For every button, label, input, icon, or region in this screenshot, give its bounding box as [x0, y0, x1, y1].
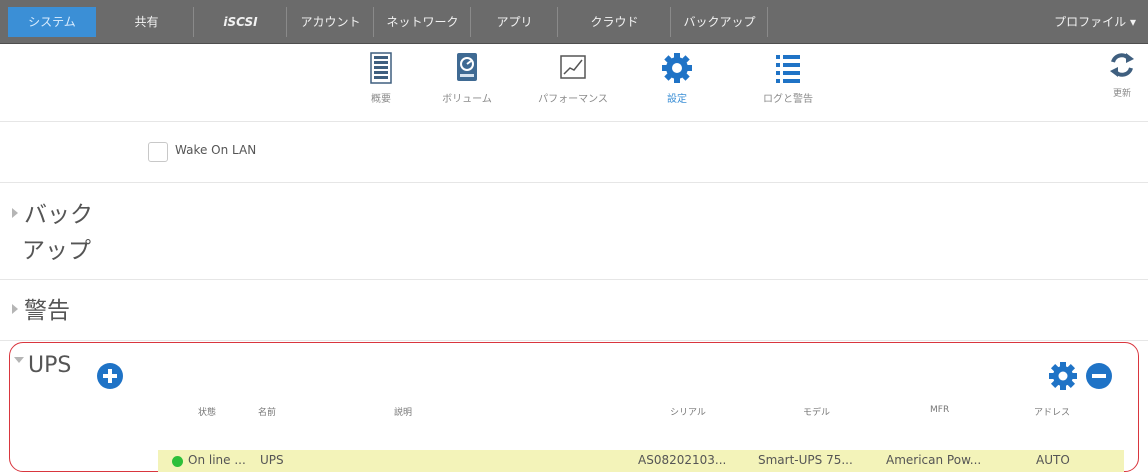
tool-overview[interactable]: 概要: [336, 50, 426, 105]
wake-on-lan-label: Wake On LAN: [175, 143, 257, 157]
ups-model: Smart-UPS 75...: [758, 453, 853, 467]
ups-status: On line ...: [188, 453, 246, 467]
tool-volumes-label: ボリューム: [442, 94, 492, 105]
ups-serial: AS08202103...: [638, 453, 727, 467]
ups-heading-label: UPS: [28, 353, 72, 378]
backup-section-heading[interactable]: バック アップ: [12, 197, 93, 269]
wake-on-lan-row: Wake On LAN: [0, 123, 1148, 183]
tab-network[interactable]: ネットワーク: [375, 7, 471, 37]
column-header-description: 説明: [394, 408, 413, 418]
performance-icon: [560, 55, 586, 79]
gear-icon: [662, 53, 692, 83]
column-header-mfr: MFR: [930, 405, 950, 415]
tab-backup[interactable]: バックアップ: [672, 7, 768, 37]
ups-section-heading[interactable]: UPS: [14, 349, 71, 383]
status-online-icon: [172, 456, 183, 467]
tool-performance-label: パフォーマンス: [538, 94, 608, 105]
ups-mfr: American Pow...: [886, 453, 982, 467]
table-row[interactable]: On line ... UPS AS08202103... Smart-UPS …: [158, 450, 1124, 472]
expand-arrow-icon: [12, 303, 18, 314]
volume-icon: [457, 53, 477, 81]
tool-settings-label: 設定: [667, 94, 687, 105]
expand-arrow-icon: [12, 207, 18, 218]
refresh-button[interactable]: 更新: [1104, 50, 1140, 99]
remove-ups-button[interactable]: [1086, 363, 1112, 389]
refresh-label: 更新: [1112, 89, 1131, 99]
collapse-arrow-icon: [14, 357, 24, 363]
tool-logs-label: ログと警告: [763, 94, 813, 105]
add-ups-button[interactable]: [97, 363, 123, 389]
top-nav: システム 共有 iSCSI アカウント ネットワーク アプリ クラウド バックア…: [0, 0, 1148, 44]
profile-menu[interactable]: プロファイル ▾: [1054, 7, 1136, 37]
column-header-model: モデル: [803, 408, 831, 418]
column-header-address: アドレス: [1034, 408, 1071, 418]
column-header-status: 状態: [198, 408, 217, 418]
wake-on-lan-checkbox[interactable]: [148, 142, 168, 162]
tool-settings[interactable]: 設定: [632, 50, 722, 105]
tool-performance[interactable]: パフォーマンス: [528, 50, 618, 105]
backup-section[interactable]: バック アップ: [0, 184, 1148, 280]
column-header-serial: シリアル: [670, 408, 706, 418]
backup-heading-line2: アップ: [22, 238, 91, 264]
tab-cloud[interactable]: クラウド: [559, 7, 671, 37]
tab-shares[interactable]: 共有: [100, 7, 194, 37]
tab-system[interactable]: システム: [8, 7, 96, 37]
ups-settings-gear-icon[interactable]: [1048, 361, 1078, 391]
tool-overview-label: 概要: [371, 94, 391, 105]
overview-icon: [370, 52, 392, 84]
refresh-icon: [1110, 53, 1134, 77]
tool-volumes[interactable]: ボリューム: [422, 50, 512, 105]
alerts-heading-label: 警告: [24, 298, 70, 324]
alerts-section-heading[interactable]: 警告: [12, 293, 70, 329]
tab-iscsi[interactable]: iSCSI: [195, 7, 287, 37]
tool-logs[interactable]: ログと警告: [743, 50, 833, 105]
ups-address: AUTO: [1036, 453, 1070, 467]
column-header-name: 名前: [258, 408, 277, 418]
alerts-section[interactable]: 警告: [0, 281, 1148, 341]
ups-name: UPS: [260, 453, 284, 467]
system-toolbar: 概要 ボリューム パフォーマンス 設定 ログと警告 更新: [0, 44, 1148, 122]
backup-heading-line1: バック: [24, 202, 93, 228]
list-icon: [776, 55, 800, 83]
tab-apps[interactable]: アプリ: [472, 7, 558, 37]
tab-accounts[interactable]: アカウント: [288, 7, 374, 37]
